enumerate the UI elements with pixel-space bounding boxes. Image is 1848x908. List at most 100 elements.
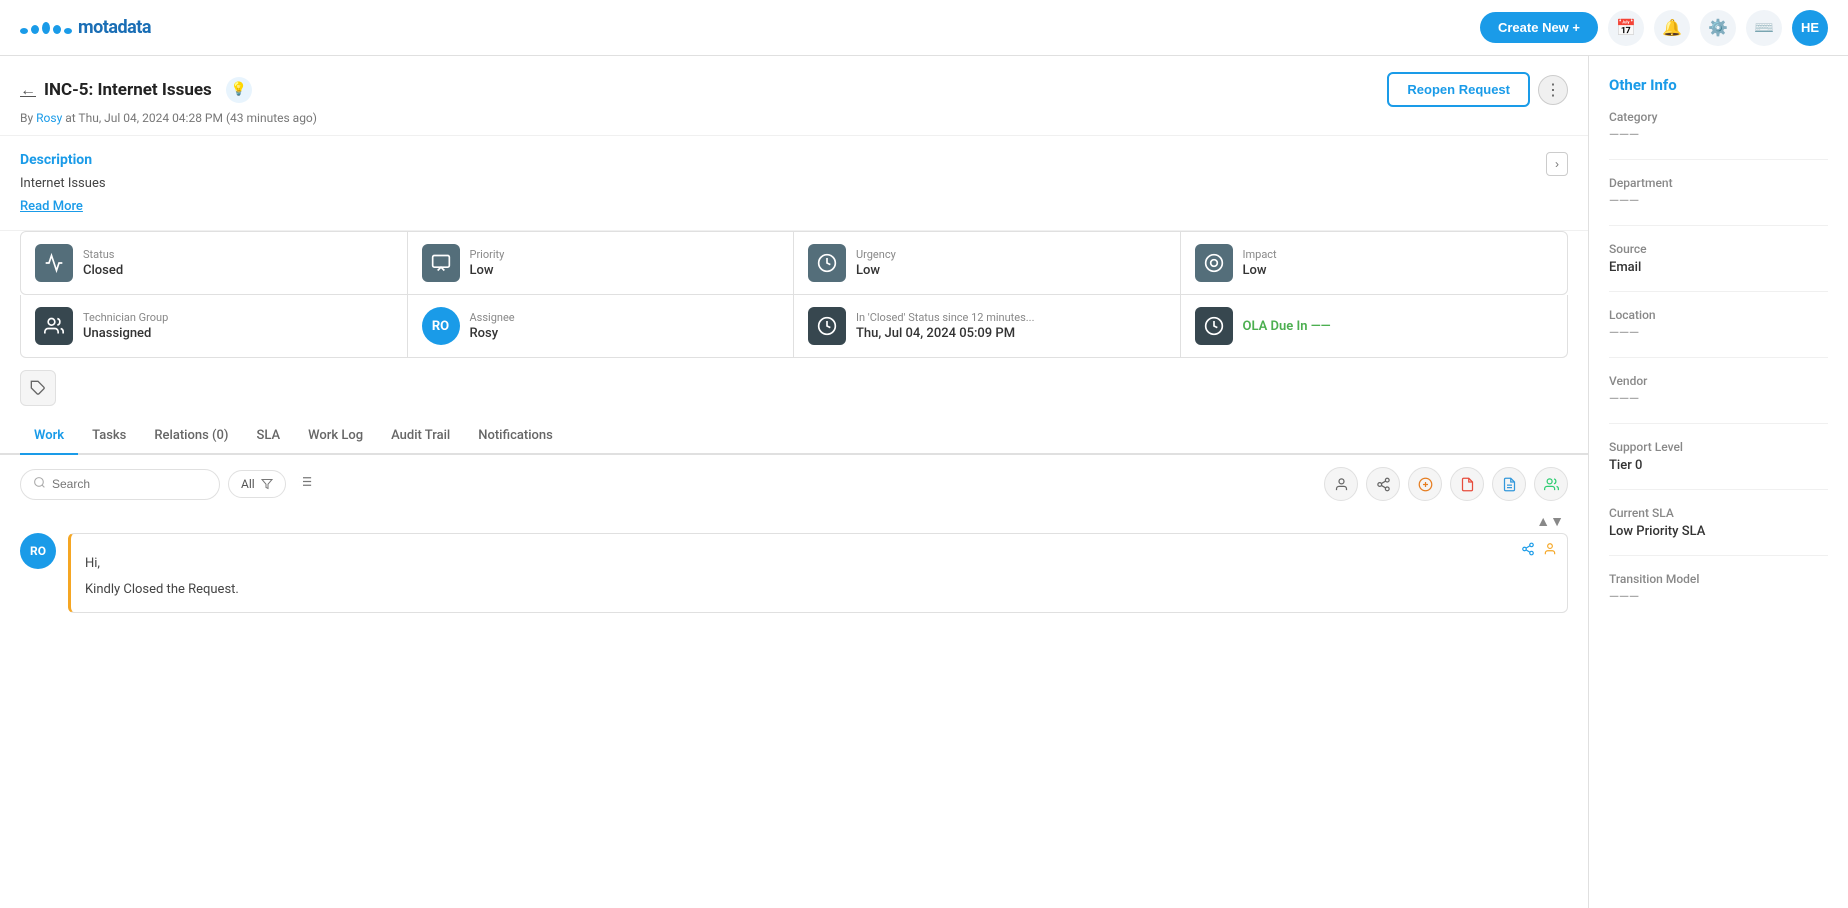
more-options-button[interactable]: ⋮ xyxy=(1538,75,1568,105)
ola-icon xyxy=(1195,307,1233,345)
comment-person-icon[interactable] xyxy=(1543,542,1557,560)
back-button[interactable]: ← xyxy=(20,80,36,100)
comment-item: RO Hi, Kindly Closed the Request. xyxy=(20,533,1568,613)
share-action-button[interactable] xyxy=(1366,467,1400,501)
tab-work-log[interactable]: Work Log xyxy=(294,418,377,455)
urgency-content: Urgency Low xyxy=(856,248,896,278)
priority-card: Priority Low xyxy=(408,232,795,294)
search-icon xyxy=(33,476,46,493)
divider-6 xyxy=(1609,489,1828,490)
assignee-card: RO Assignee Rosy xyxy=(408,295,795,357)
current-sla-value: Low Priority SLA xyxy=(1609,524,1828,539)
meta-author-link[interactable]: Rosy xyxy=(36,111,62,125)
impact-card: Impact Low xyxy=(1181,232,1568,294)
department-label: Department xyxy=(1609,176,1828,190)
urgency-value: Low xyxy=(856,263,896,278)
tab-audit-trail[interactable]: Audit Trail xyxy=(377,418,464,455)
comment-share-icon[interactable] xyxy=(1521,542,1535,560)
source-label: Source xyxy=(1609,242,1828,256)
ola-content: OLA Due In —— xyxy=(1243,319,1331,334)
description-content: Description Internet Issues Read More xyxy=(20,152,106,214)
impact-value: Low xyxy=(1243,263,1277,278)
group-action-button[interactable] xyxy=(1534,467,1568,501)
divider-4 xyxy=(1609,357,1828,358)
lightbulb-icon[interactable]: 💡 xyxy=(226,77,252,103)
field-department: Department ——— xyxy=(1609,176,1828,209)
closed-status-label: In 'Closed' Status since 12 minutes... xyxy=(856,311,1034,324)
user-avatar-button[interactable]: HE xyxy=(1792,10,1828,46)
technician-group-value: Unassigned xyxy=(83,326,168,341)
search-box xyxy=(20,469,220,500)
priority-label: Priority xyxy=(470,248,505,261)
assignee-value: Rosy xyxy=(470,326,515,341)
tab-notifications[interactable]: Notifications xyxy=(464,418,567,455)
field-category: Category ——— xyxy=(1609,110,1828,143)
ola-value: OLA Due In —— xyxy=(1243,319,1331,334)
comment-greeting: Hi, Kindly Closed the Request. xyxy=(85,554,1553,599)
search-input[interactable] xyxy=(52,477,207,491)
technician-group-label: Technician Group xyxy=(83,311,168,324)
tab-relations[interactable]: Relations (0) xyxy=(140,418,242,455)
vendor-value: ——— xyxy=(1609,392,1828,407)
right-panel-title: Other Info xyxy=(1609,76,1828,94)
create-new-button[interactable]: Create New + xyxy=(1480,12,1598,43)
filter-label: All xyxy=(241,477,255,491)
status-icon xyxy=(35,244,73,282)
sort-button[interactable] xyxy=(294,470,317,498)
content-area: ← INC-5: Internet Issues 💡 Reopen Reques… xyxy=(0,56,1588,908)
logo: motadata xyxy=(20,17,151,38)
comments-area: ▲ ▼ RO Hi, Kindly Clos xyxy=(0,513,1588,613)
expand-button[interactable]: › xyxy=(1546,152,1568,176)
status-card: Status Closed xyxy=(21,232,408,294)
description-title: Description xyxy=(20,152,106,168)
field-source: Source Email xyxy=(1609,242,1828,275)
logo-dot-3 xyxy=(42,22,50,34)
divider-3 xyxy=(1609,291,1828,292)
filter-button[interactable]: All xyxy=(228,470,286,498)
assignee-label: Assignee xyxy=(470,311,515,324)
bell-icon-button[interactable]: 🔔 xyxy=(1654,10,1690,46)
urgency-icon xyxy=(808,244,846,282)
assignee-avatar: RO xyxy=(422,307,460,345)
priority-icon xyxy=(422,244,460,282)
note-action-button[interactable] xyxy=(1492,467,1526,501)
keyboard-icon-button[interactable]: ⌨️ xyxy=(1746,10,1782,46)
location-value: ——— xyxy=(1609,326,1828,341)
pdf-action-button[interactable] xyxy=(1450,467,1484,501)
urgency-card: Urgency Low xyxy=(794,232,1181,294)
impact-icon xyxy=(1195,244,1233,282)
technician-group-icon xyxy=(35,307,73,345)
top-navigation: motadata Create New + 📅 🔔 ⚙️ ⌨️ HE xyxy=(0,0,1848,56)
read-more-link[interactable]: Read More xyxy=(20,199,83,214)
description-text: Internet Issues xyxy=(20,176,106,191)
tab-sla[interactable]: SLA xyxy=(242,418,294,455)
closed-status-value: Thu, Jul 04, 2024 05:09 PM xyxy=(856,326,1034,341)
scroll-up-button[interactable]: ▲ xyxy=(1536,513,1550,529)
comment-avatar: RO xyxy=(20,533,56,569)
logo-dot-1 xyxy=(20,28,28,34)
transition-model-value: ——— xyxy=(1609,590,1828,605)
field-support-level: Support Level Tier 0 xyxy=(1609,440,1828,473)
title-area: ← INC-5: Internet Issues 💡 xyxy=(20,77,252,103)
technician-group-card: Technician Group Unassigned xyxy=(21,295,408,357)
comment-body: Kindly Closed the Request. xyxy=(85,580,1553,600)
tab-tasks[interactable]: Tasks xyxy=(78,418,140,455)
settings-icon-button[interactable]: ⚙️ xyxy=(1700,10,1736,46)
comment-bubble: Hi, Kindly Closed the Request. xyxy=(68,533,1568,613)
scroll-down-button[interactable]: ▼ xyxy=(1550,513,1564,529)
calendar-icon-button[interactable]: 📅 xyxy=(1608,10,1644,46)
logo-dot-2 xyxy=(31,25,39,34)
main-layout: ← INC-5: Internet Issues 💡 Reopen Reques… xyxy=(0,56,1848,908)
currency-action-button[interactable] xyxy=(1408,467,1442,501)
field-current-sla: Current SLA Low Priority SLA xyxy=(1609,506,1828,539)
status-content: Status Closed xyxy=(83,248,123,278)
tab-work[interactable]: Work xyxy=(20,418,78,455)
reopen-request-button[interactable]: Reopen Request xyxy=(1387,72,1530,107)
logo-dot-5 xyxy=(64,28,72,34)
logo-dot-4 xyxy=(53,25,61,34)
ticket-meta: By Rosy at Thu, Jul 04, 2024 04:28 PM (4… xyxy=(20,111,1568,125)
tag-button[interactable] xyxy=(20,370,56,406)
work-filters: All xyxy=(20,469,317,500)
assign-action-button[interactable] xyxy=(1324,467,1358,501)
nav-right: Create New + 📅 🔔 ⚙️ ⌨️ HE xyxy=(1480,10,1828,46)
